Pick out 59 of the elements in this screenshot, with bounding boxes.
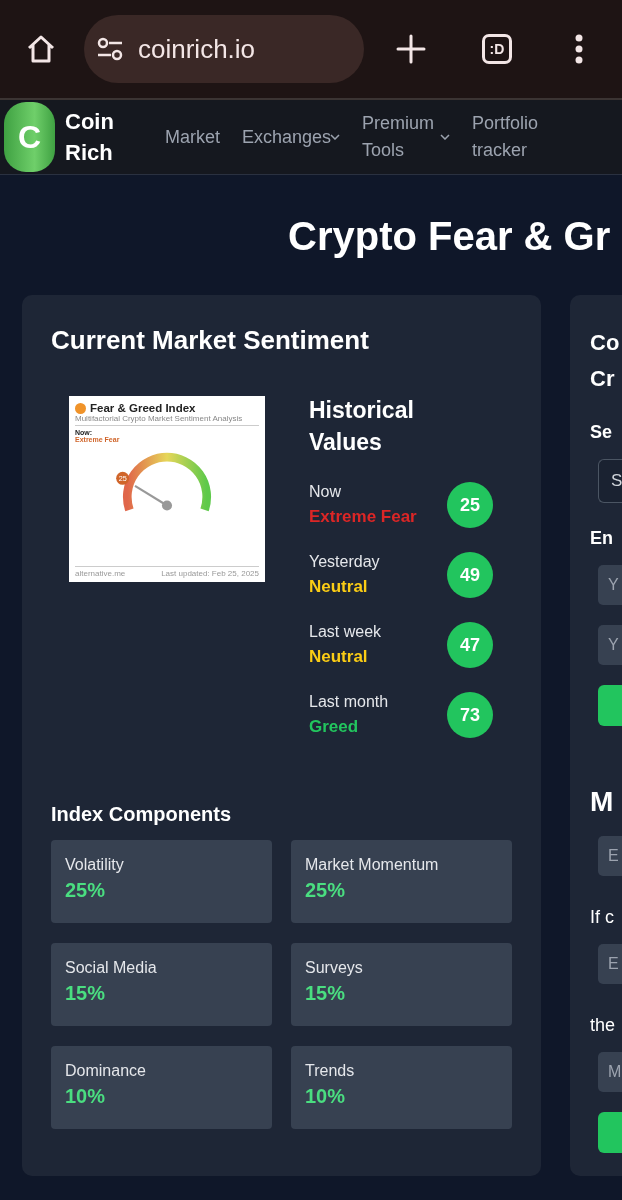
brand-name[interactable]: Coin xyxy=(65,106,165,137)
input-field[interactable]: E xyxy=(598,836,622,876)
score-badge: 25 xyxy=(447,482,493,528)
component-name: Market Momentum xyxy=(305,855,440,875)
field-label: En xyxy=(590,527,614,550)
section-title: M xyxy=(590,785,615,819)
widget-updated: Last updated: Feb 25, 2025 xyxy=(161,569,259,578)
score-badge: 49 xyxy=(447,552,493,598)
sentiment-label: Neutral xyxy=(309,646,369,668)
input-field[interactable]: E xyxy=(598,944,622,984)
tune-icon[interactable] xyxy=(96,37,124,61)
component-share: 10% xyxy=(305,1084,347,1109)
score-badge: 73 xyxy=(447,692,493,738)
page-title: Crypto Fear & Gr xyxy=(288,213,612,259)
component-name: Volatility xyxy=(65,855,125,875)
component-name: Social Media xyxy=(65,958,158,978)
sentiment-label: Neutral xyxy=(309,576,369,598)
prompt-text: If c xyxy=(590,906,615,929)
more-menu-icon[interactable] xyxy=(574,34,584,64)
select-field[interactable]: S xyxy=(598,459,622,503)
period-label: Last week xyxy=(309,622,382,642)
tab-switcher-button[interactable]: :D xyxy=(482,34,512,64)
chevron-icon xyxy=(440,134,450,140)
widget-subtitle: Multifactorial Crypto Market Sentiment Analysis xyxy=(75,414,259,426)
widget-source: alternative.me xyxy=(75,569,126,578)
component-name: Trends xyxy=(305,1061,356,1081)
section-title: Historical Values xyxy=(309,396,415,457)
component-share: 25% xyxy=(65,878,107,903)
plus-icon[interactable] xyxy=(396,34,426,64)
component-name: Surveys xyxy=(305,958,364,978)
component-share: 15% xyxy=(65,981,107,1006)
sentiment-label: Extreme Fear xyxy=(309,506,417,528)
period-label: Yesterday xyxy=(309,552,380,572)
period-label: Now xyxy=(309,482,342,502)
url-text: coinrich.io xyxy=(138,33,256,65)
nav-link[interactable]: Portfolio tracker xyxy=(472,110,556,164)
period-label: Last month xyxy=(309,692,389,712)
section-title: Index Components xyxy=(51,802,232,827)
sentiment-label: Greed xyxy=(309,716,360,738)
score-badge: 47 xyxy=(447,622,493,668)
brand-name[interactable]: Rich xyxy=(65,137,165,168)
component-share: 25% xyxy=(305,878,347,903)
nav-dropdown[interactable]: Exchanges xyxy=(242,123,340,151)
component-name: Dominance xyxy=(65,1061,147,1081)
widget-title: Fear & Greed Index xyxy=(90,402,196,414)
nav-dropdown[interactable]: Premium Tools xyxy=(362,110,450,164)
chevron-icon xyxy=(330,134,340,140)
field-label: Se xyxy=(590,421,614,444)
prompt-text: the xyxy=(590,1014,617,1037)
component-share: 15% xyxy=(305,981,347,1006)
card-title: Current Market Sentiment xyxy=(51,325,370,356)
input-field[interactable]: Y xyxy=(598,565,622,605)
input-field[interactable]: Y xyxy=(598,625,622,665)
card-title: Cr xyxy=(590,365,616,393)
card-title: Co xyxy=(590,329,621,357)
address-bar[interactable]: coinrich.io xyxy=(84,15,364,83)
nav-link[interactable]: Market xyxy=(165,123,220,151)
input-field[interactable]: M xyxy=(598,1052,622,1092)
component-share: 10% xyxy=(65,1084,107,1109)
